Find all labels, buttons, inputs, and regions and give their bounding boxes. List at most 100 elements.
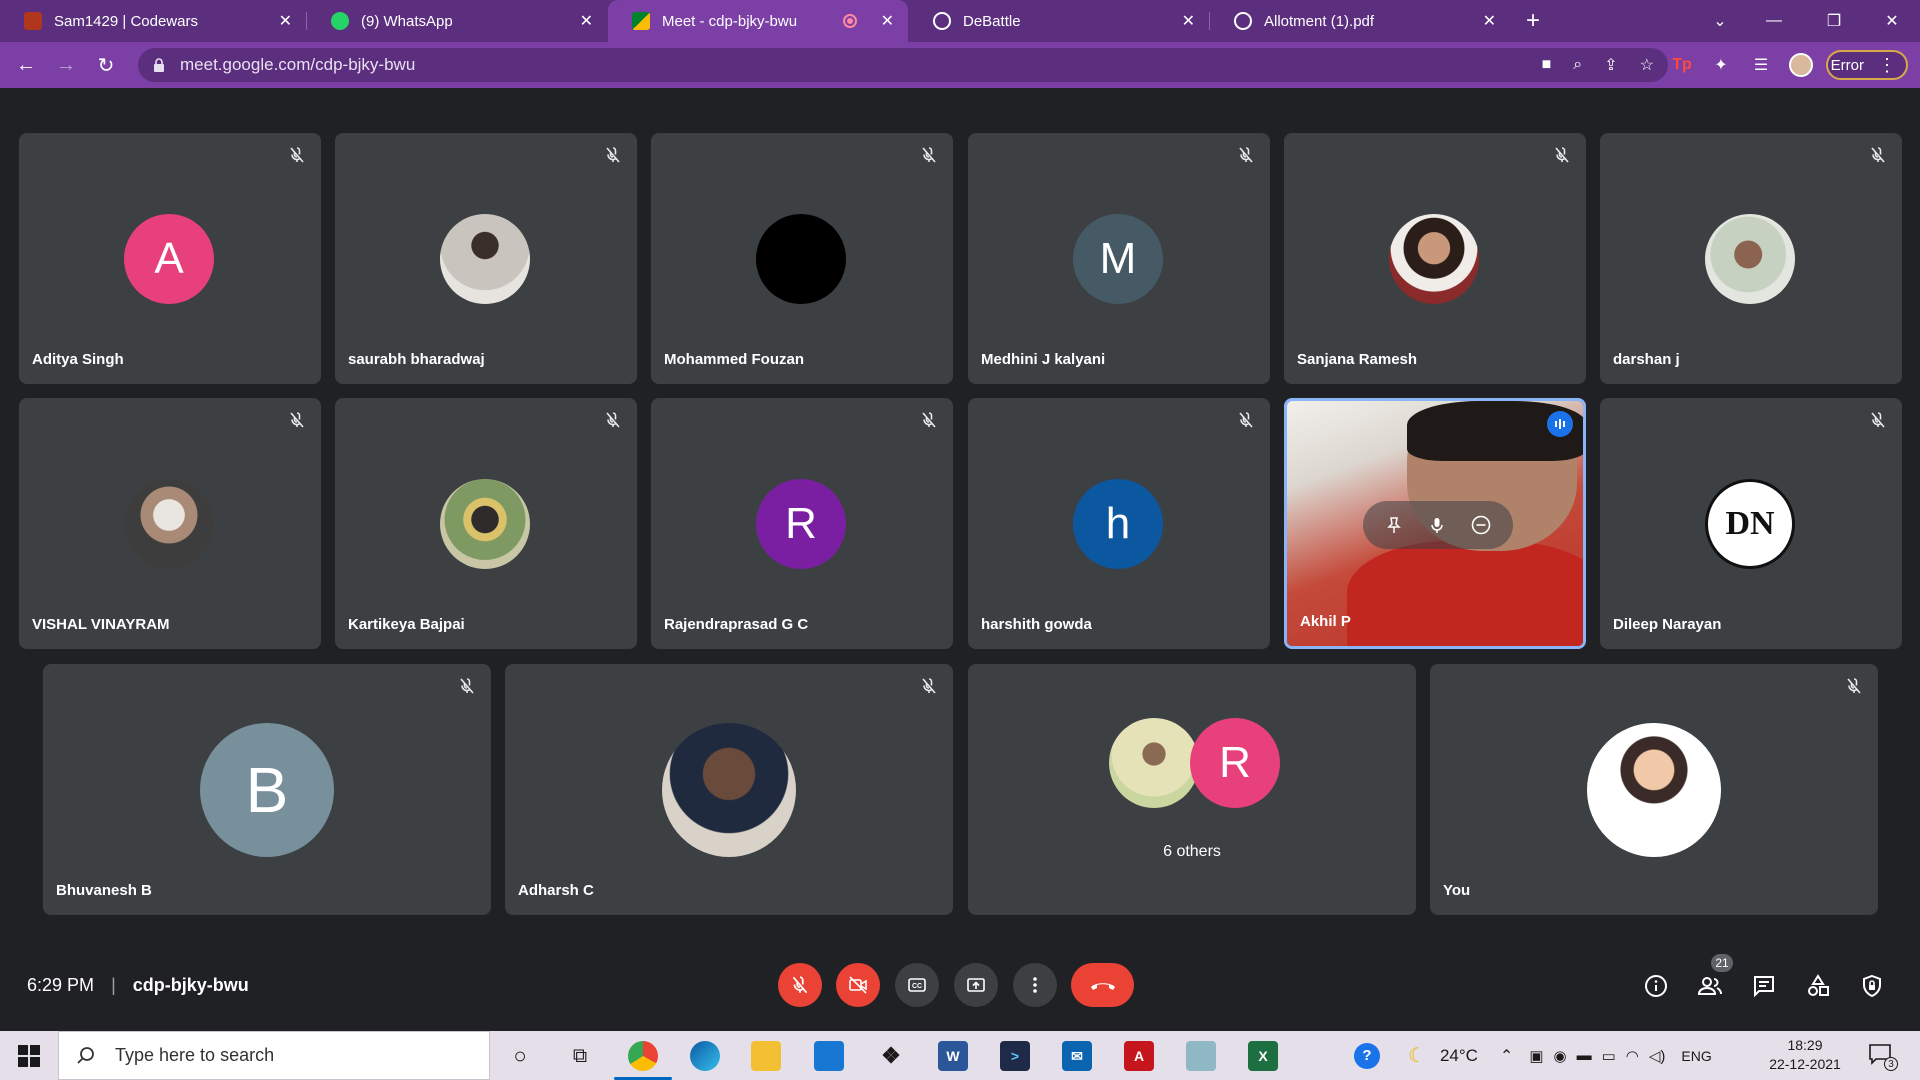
reading-list-icon[interactable]: ☰	[1749, 53, 1773, 77]
extension-tp-icon[interactable]: Tp	[1670, 53, 1694, 77]
mic-off-button[interactable]	[778, 963, 822, 1007]
participant-tile-active-speaker[interactable]: Akhil P	[1284, 398, 1586, 649]
avatar: R	[756, 479, 846, 569]
camera-off-button[interactable]	[836, 963, 880, 1007]
error-button[interactable]: Error	[1826, 50, 1908, 80]
participant-tile[interactable]: saurabh bharadwaj	[335, 133, 637, 384]
chrome-icon[interactable]	[628, 1041, 658, 1071]
close-window-button[interactable]: ✕	[1864, 0, 1920, 42]
back-button[interactable]: ←	[10, 49, 42, 81]
meeting-details[interactable]: 6:29 PM | cdp-bjky-bwu	[27, 975, 249, 996]
meeting-code: cdp-bjky-bwu	[132, 975, 249, 995]
bookmark-star-icon[interactable]: ☆	[1640, 55, 1654, 75]
participant-tile[interactable]: Kartikeya Bajpai	[335, 398, 637, 649]
display-icon[interactable]: ▭	[1602, 1047, 1616, 1065]
host-controls-button[interactable]	[1858, 972, 1886, 1000]
forward-button[interactable]: →	[50, 49, 82, 81]
taskbar-clock[interactable]: 18:29 22-12-2021	[1760, 1036, 1850, 1074]
tab-meet[interactable]: Meet - cdp-bjky-bwu ✕	[608, 0, 908, 42]
tab-search-chevron-icon[interactable]: ⌄	[1692, 0, 1748, 42]
address-bar[interactable]: meet.google.com/cdp-bjky-bwu ■ ⌕ ⇪ ☆	[138, 48, 1668, 82]
leave-call-button[interactable]	[1071, 963, 1134, 1007]
close-icon[interactable]: ✕	[881, 11, 894, 31]
camera-icon[interactable]: ■	[1542, 56, 1552, 74]
puzzle-extensions-icon[interactable]: ✦	[1709, 53, 1733, 77]
mic-off-icon	[1847, 678, 1861, 694]
notification-center-button[interactable]: 3	[1868, 1043, 1898, 1071]
reload-button[interactable]: ↻	[90, 49, 122, 81]
app-icon[interactable]	[1186, 1041, 1216, 1071]
participant-tile[interactable]: B Bhuvanesh B	[43, 664, 491, 915]
mic-off-icon	[1239, 412, 1253, 428]
tab-codewars[interactable]: Sam1429 | Codewars ✕	[0, 0, 306, 42]
minimize-button[interactable]: —	[1746, 0, 1802, 42]
camera-tray-icon[interactable]: ◉	[1554, 1047, 1567, 1065]
store-icon[interactable]	[814, 1041, 844, 1071]
more-options-button[interactable]	[1013, 963, 1057, 1007]
mic-icon[interactable]	[1427, 515, 1447, 535]
zoom-icon[interactable]: ⌕	[1573, 56, 1582, 74]
profile-avatar[interactable]	[1789, 53, 1813, 77]
close-icon[interactable]: ✕	[1483, 11, 1496, 31]
others-tile[interactable]: R 6 others	[968, 664, 1416, 915]
help-icon[interactable]: ?	[1354, 1042, 1380, 1069]
powershell-icon[interactable]: >	[1000, 1041, 1030, 1071]
acrobat-icon[interactable]: A	[1124, 1041, 1154, 1071]
language-indicator[interactable]: ENG	[1681, 1048, 1711, 1064]
participant-tile[interactable]: h harshith gowda	[968, 398, 1270, 649]
avatar	[756, 214, 846, 304]
clock-time: 18:29	[1787, 1037, 1823, 1053]
remove-icon[interactable]	[1470, 514, 1492, 536]
mic-off-icon	[1555, 147, 1569, 163]
start-button[interactable]	[18, 1045, 40, 1067]
mic-off-icon	[606, 147, 620, 163]
taskbar-search[interactable]: Type here to search	[58, 1031, 490, 1080]
participant-tile[interactable]: DN Dileep Narayan	[1600, 398, 1902, 649]
mic-off-icon	[290, 412, 304, 428]
participant-tile[interactable]: darshan j	[1600, 133, 1902, 384]
error-label: Error	[1830, 56, 1864, 74]
dropbox-icon[interactable]: ❖	[876, 1041, 906, 1071]
wifi-icon[interactable]: ◠	[1626, 1047, 1639, 1065]
tab-debattle[interactable]: DeBattle ✕	[909, 0, 1209, 42]
mic-off-icon	[606, 412, 620, 428]
participant-tile[interactable]: M Medhini J kalyani	[968, 133, 1270, 384]
edge-icon[interactable]	[690, 1041, 720, 1071]
tab-allotment[interactable]: Allotment (1).pdf ✕	[1210, 0, 1510, 42]
battery-icon[interactable]: ▬	[1577, 1047, 1592, 1064]
word-icon[interactable]: W	[938, 1041, 968, 1071]
participant-tile[interactable]: Sanjana Ramesh	[1284, 133, 1586, 384]
participant-tile[interactable]: Mohammed Fouzan	[651, 133, 953, 384]
captions-button[interactable]: CC	[895, 963, 939, 1007]
mail-icon[interactable]: ✉	[1062, 1041, 1092, 1071]
chevron-up-icon[interactable]: ⌃	[1500, 1046, 1513, 1066]
file-explorer-icon[interactable]	[751, 1041, 781, 1071]
people-button[interactable]	[1696, 972, 1724, 1000]
close-icon[interactable]: ✕	[580, 11, 593, 31]
close-icon[interactable]: ✕	[1182, 11, 1195, 31]
volume-icon[interactable]: ◁)	[1649, 1047, 1666, 1065]
restore-button[interactable]: ❐	[1806, 0, 1862, 42]
share-icon[interactable]: ⇪	[1604, 55, 1617, 75]
codewars-icon	[24, 12, 42, 30]
chat-button[interactable]	[1750, 972, 1778, 1000]
participant-tile[interactable]: A Aditya Singh	[19, 133, 321, 384]
hang-up-icon	[1090, 983, 1115, 990]
participant-tile-self[interactable]: You	[1430, 664, 1878, 915]
cortana-icon[interactable]: ○	[505, 1041, 535, 1071]
excel-icon[interactable]: X	[1248, 1041, 1278, 1071]
participant-tile[interactable]: VISHAL VINAYRAM	[19, 398, 321, 649]
tab-whatsapp[interactable]: (9) WhatsApp ✕	[307, 0, 607, 42]
pin-icon[interactable]	[1384, 515, 1404, 535]
participant-tile[interactable]: R Rajendraprasad G C	[651, 398, 953, 649]
meeting-info-button[interactable]	[1642, 972, 1670, 1000]
new-tab-button[interactable]: +	[1518, 0, 1548, 42]
participant-tile[interactable]: Adharsh C	[505, 664, 953, 915]
present-screen-button[interactable]	[954, 963, 998, 1007]
avatar: M	[1073, 214, 1163, 304]
task-view-icon[interactable]: ⧉	[565, 1041, 595, 1071]
activities-button[interactable]	[1804, 972, 1832, 1000]
meet-tray-icon[interactable]: ▣	[1529, 1047, 1543, 1065]
weather-temp[interactable]: 24°C	[1440, 1046, 1478, 1066]
close-icon[interactable]: ✕	[279, 11, 292, 31]
